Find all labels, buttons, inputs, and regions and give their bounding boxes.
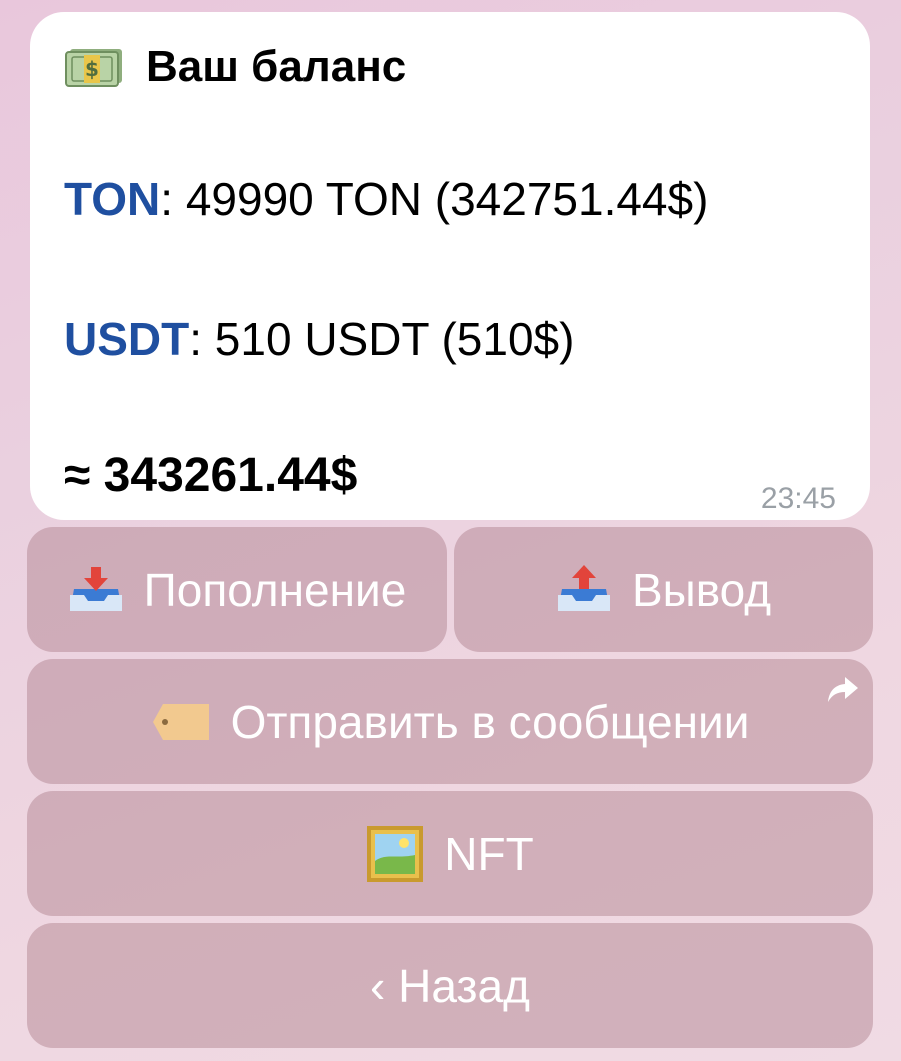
send-in-message-label: Отправить в сообщении [230, 695, 750, 748]
ton-balance-value: : 49990 TON (342751.44$) [160, 173, 709, 225]
ton-ticker-link[interactable]: TON [64, 173, 160, 225]
withdraw-label: Вывод [631, 563, 772, 616]
message-title-row: $ Ваш баланс [64, 42, 406, 92]
framed-picture-icon [367, 825, 424, 882]
nft-button[interactable]: NFT [27, 791, 873, 916]
message-timestamp: 23:45 [760, 482, 836, 515]
inbox-tray-icon [69, 566, 122, 611]
nft-label: NFT [444, 827, 534, 880]
message-title: Ваш баланс [146, 42, 407, 91]
share-arrow-icon [828, 677, 858, 702]
back-button[interactable]: ‹ Назад [27, 923, 873, 1048]
balance-message-bubble: $ Ваш баланс TON: 49990 TON (342751.44$)… [30, 12, 870, 520]
back-label: ‹ Назад [370, 959, 530, 1012]
deposit-button[interactable]: Пополнение [27, 527, 447, 652]
outbox-tray-icon [557, 564, 610, 611]
withdraw-button[interactable]: Вывод [454, 527, 873, 652]
usdt-ticker-link[interactable]: USDT [64, 313, 189, 365]
usdt-balance-row: USDT: 510 USDT (510$) [64, 312, 574, 366]
deposit-label: Пополнение [143, 563, 407, 616]
send-in-message-button[interactable]: Отправить в сообщении [27, 659, 873, 784]
ton-balance-row: TON: 49990 TON (342751.44$) [64, 172, 708, 226]
usdt-balance-value: : 510 USDT (510$) [189, 313, 575, 365]
money-banknote-icon: $ [65, 49, 122, 87]
svg-text:$: $ [85, 57, 99, 81]
tag-icon [152, 703, 209, 740]
total-balance: ≈ 343261.44$ [64, 449, 358, 502]
